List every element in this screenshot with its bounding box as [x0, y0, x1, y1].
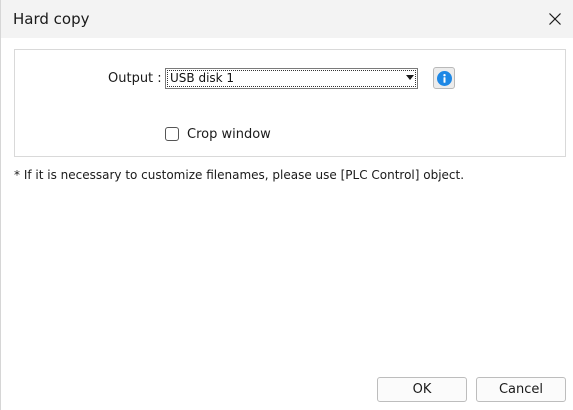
dialog-content: Output : USB disk 1 Crop window * If it … — [1, 38, 573, 410]
info-button[interactable] — [433, 67, 455, 89]
cancel-button[interactable]: Cancel — [476, 377, 566, 402]
window-title: Hard copy — [13, 10, 90, 28]
crop-window-label: Crop window — [187, 126, 271, 142]
crop-window-checkbox[interactable] — [165, 127, 179, 141]
close-icon — [549, 13, 561, 25]
hard-copy-dialog: Hard copy Output : USB disk 1 Crop windo… — [0, 0, 573, 410]
info-icon — [436, 70, 452, 86]
title-bar: Hard copy — [1, 0, 573, 38]
output-select[interactable]: USB disk 1 — [165, 68, 418, 89]
crop-window-option[interactable]: Crop window — [165, 125, 271, 143]
ok-button[interactable]: OK — [377, 377, 467, 402]
chevron-down-icon — [406, 75, 414, 80]
filename-note: * If it is necessary to customize filena… — [14, 168, 465, 182]
close-button[interactable] — [539, 4, 571, 34]
output-select-value: USB disk 1 — [170, 71, 235, 85]
output-settings-panel: Output : USB disk 1 Crop window — [14, 49, 566, 157]
output-label: Output : — [108, 71, 162, 86]
